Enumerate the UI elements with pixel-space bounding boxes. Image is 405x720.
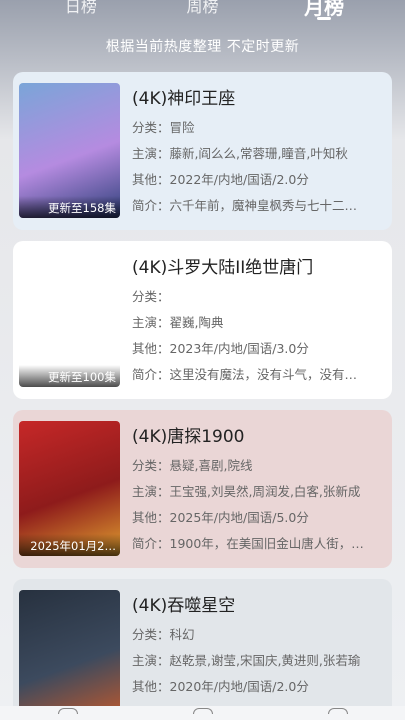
list-item[interactable]: 更新至100集 (4K)斗罗大陆II绝世唐门 分类： 主演：翟巍,陶典 其他：2…: [13, 241, 392, 399]
tab-indicator: [317, 16, 332, 20]
item-intro: 简介：这里没有魔法，没有斗气，没有…: [132, 367, 358, 382]
item-intro: 简介：六千年前，魔神皇枫秀与七十二…: [132, 198, 358, 213]
item-genre: 分类：科幻: [132, 627, 195, 642]
list-item[interactable]: 2025年01月2… (4K)唐探1900 分类：悬疑,喜剧,院线 主演：王宝强…: [13, 410, 392, 568]
item-title: (4K)吞噬星空: [132, 596, 236, 616]
item-title: (4K)斗罗大陆II绝世唐门: [132, 258, 314, 278]
list-item[interactable]: (4K)吞噬星空 分类：科幻 主演：赵乾景,谢莹,宋国庆,黄进则,张若瑜 其他：…: [13, 579, 392, 720]
episode-badge: 更新至100集: [19, 365, 120, 387]
episode-badge: 更新至158集: [19, 196, 120, 218]
poster-image: 2025年01月2…: [19, 421, 120, 556]
ranking-subtitle: 根据当前热度整理 不定时更新: [105, 39, 300, 55]
poster-image: [19, 590, 120, 720]
item-info: (4K)斗罗大陆II绝世唐门 分类： 主演：翟巍,陶典 其他：2023年/内地/…: [132, 253, 382, 388]
list-item[interactable]: 更新至158集 (4K)神印王座 分类：冒险 主演：藤新,阎么么,常蓉珊,瞳音,…: [13, 72, 392, 230]
item-title: (4K)神印王座: [132, 89, 236, 109]
item-cast: 主演：王宝强,刘昊然,周润发,白客,张新成: [132, 484, 361, 499]
poster-image: 更新至158集: [19, 83, 120, 218]
item-genre: 分类：: [132, 289, 170, 304]
item-other: 其他：2020年/内地/国语/2.0分: [132, 679, 309, 694]
item-cast: 主演：藤新,阎么么,常蓉珊,瞳音,叶知秋: [132, 146, 348, 161]
item-cast: 主演：翟巍,陶典: [132, 315, 224, 330]
item-info: (4K)吞噬星空 分类：科幻 主演：赵乾景,谢莹,宋国庆,黄进则,张若瑜 其他：…: [132, 591, 382, 720]
date-badge: 2025年01月2…: [19, 534, 120, 556]
tab-monthly[interactable]: 月榜: [274, 0, 374, 20]
item-other: 其他：2023年/内地/国语/3.0分: [132, 341, 309, 356]
bottom-nav-bar: [0, 706, 405, 720]
nav-home-icon[interactable]: [57, 708, 78, 714]
nav-category-icon[interactable]: [192, 708, 213, 714]
poster-image: 更新至100集: [19, 252, 120, 387]
item-intro: 简介：1900年，在美国旧金山唐人街，…: [132, 536, 364, 551]
item-info: (4K)神印王座 分类：冒险 主演：藤新,阎么么,常蓉珊,瞳音,叶知秋 其他：2…: [132, 84, 382, 219]
item-genre: 分类：冒险: [132, 120, 195, 135]
item-cast: 主演：赵乾景,谢莹,宋国庆,黄进则,张若瑜: [132, 653, 361, 668]
ranking-list: 更新至158集 (4K)神印王座 分类：冒险 主演：藤新,阎么么,常蓉珊,瞳音,…: [13, 72, 392, 720]
item-genre: 分类：悬疑,喜剧,院线: [132, 458, 253, 473]
item-title: (4K)唐探1900: [132, 427, 245, 447]
nav-profile-icon[interactable]: [327, 708, 348, 714]
item-other: 其他：2022年/内地/国语/2.0分: [132, 172, 309, 187]
poster-art: [19, 590, 120, 720]
item-info: (4K)唐探1900 分类：悬疑,喜剧,院线 主演：王宝强,刘昊然,周润发,白客…: [132, 422, 382, 557]
rank-tabs: 日榜 周榜 月榜: [0, 0, 405, 20]
tab-weekly[interactable]: 周榜: [152, 0, 252, 17]
item-other: 其他：2025年/内地/国语/5.0分: [132, 510, 309, 525]
tab-daily[interactable]: 日榜: [31, 0, 131, 17]
